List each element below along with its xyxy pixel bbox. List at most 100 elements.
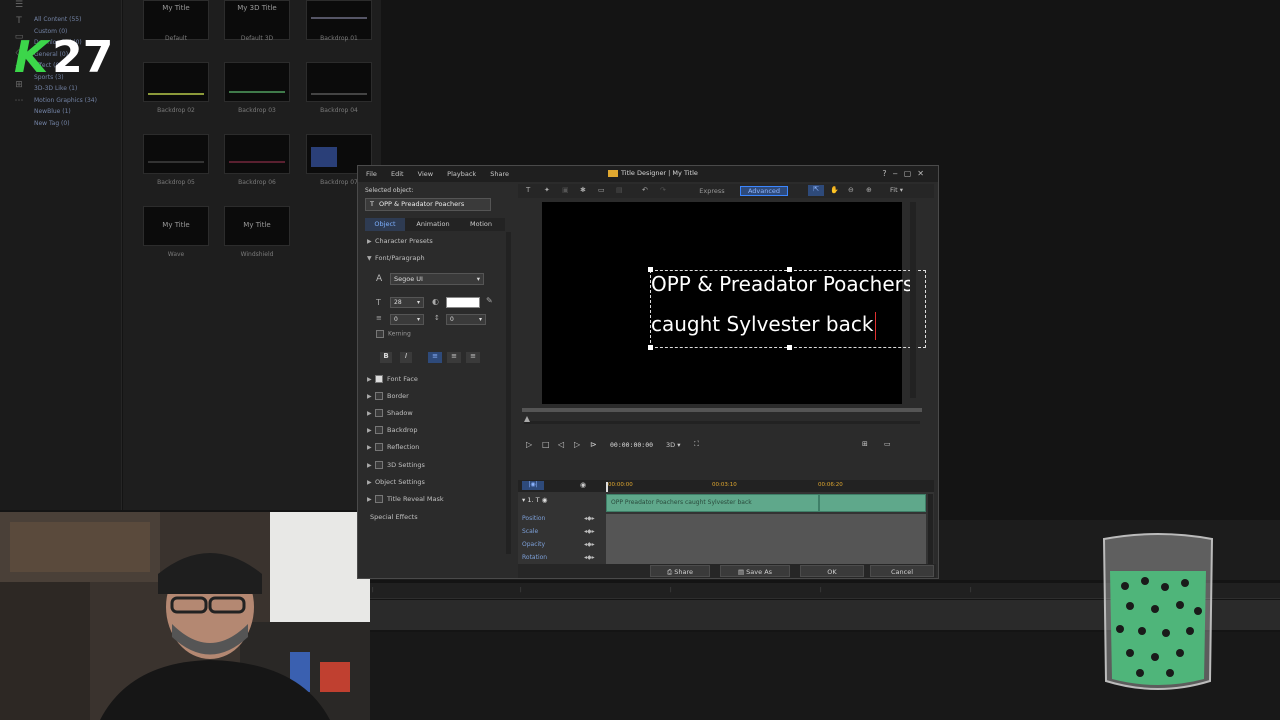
redo-icon[interactable]: ↷	[660, 186, 666, 194]
grid-icon[interactable]: ▭	[884, 440, 891, 448]
keyframe-nav-icon[interactable]: ◂◆▸	[584, 528, 595, 535]
menu-playback[interactable]: Playback	[447, 170, 476, 178]
help-icon[interactable]: ?	[882, 169, 892, 178]
save-as-button[interactable]: ▤ Save As	[720, 565, 790, 577]
kerning-checkbox[interactable]: Kerning	[376, 330, 411, 338]
section-special-effects[interactable]: Special Effects	[370, 511, 418, 523]
template-thumb[interactable]: My Title	[143, 206, 209, 246]
resize-handle[interactable]	[648, 345, 653, 350]
section-object-settings[interactable]: ▶ Object Settings	[367, 476, 425, 488]
section-reflection[interactable]: ▶ Reflection	[367, 441, 419, 453]
keyframe-area[interactable]	[606, 514, 926, 566]
title-text-line-2[interactable]: caught Sylvester back	[651, 312, 873, 336]
select-icon[interactable]: ⇱	[808, 185, 824, 196]
3d-settings-check[interactable]	[375, 461, 383, 469]
category-item[interactable]: NewBlue (1)	[34, 106, 120, 118]
template-thumb[interactable]	[224, 62, 290, 102]
font-size-select[interactable]: 28 ▾	[390, 297, 424, 308]
playback-slider[interactable]	[524, 421, 920, 424]
express-mode-button[interactable]: Express	[688, 186, 736, 196]
category-item[interactable]: Motion Graphics (34)	[34, 95, 120, 107]
share-button[interactable]: ⎙ Share	[650, 565, 710, 577]
fullscreen-icon[interactable]: ⛶	[694, 440, 699, 449]
menu-file[interactable]: File	[366, 170, 377, 178]
preview-scrollbar-v[interactable]	[910, 202, 916, 398]
template-thumb[interactable]	[143, 134, 209, 174]
align-center-button[interactable]: ≡	[447, 352, 461, 363]
insert-text-icon[interactable]: T	[526, 186, 530, 194]
font-face-check[interactable]	[375, 375, 383, 383]
safe-zone-icon[interactable]: ⊞	[862, 440, 868, 448]
title-icon[interactable]: T	[10, 16, 28, 32]
preview-scrollbar-h[interactable]	[522, 408, 922, 412]
insert-shape-icon[interactable]: ✱	[580, 186, 586, 194]
section-3d-settings[interactable]: ▶ 3D Settings	[367, 459, 425, 471]
title-clip[interactable]: OPP Preadator Poachers caught Sylvester …	[606, 494, 926, 512]
preview-canvas[interactable]: OPP & Preadator Poachers caught Sylveste…	[542, 202, 926, 404]
zoom-in-icon[interactable]: ⊕	[866, 186, 872, 194]
template-thumb[interactable]	[306, 0, 372, 40]
line-spacing-input[interactable]: 0 ▾	[390, 314, 424, 325]
template-thumb[interactable]: My Title	[224, 206, 290, 246]
properties-scrollbar[interactable]	[506, 232, 511, 554]
insert-particle-icon[interactable]: ✦	[544, 186, 550, 194]
template-thumb[interactable]	[224, 134, 290, 174]
visibility-icon[interactable]: ◉	[542, 496, 548, 504]
timeline-zoom-button[interactable]: |◉|	[522, 481, 544, 490]
font-color-swatch[interactable]	[446, 297, 480, 308]
section-title-reveal-mask[interactable]: ▶ Title Reveal Mask	[367, 493, 444, 505]
keyframe-nav-icon[interactable]: ◂◆▸	[584, 554, 595, 561]
section-character-presets[interactable]: ▶ Character Presets	[367, 235, 433, 247]
prev-frame-icon[interactable]: ◁	[558, 440, 564, 449]
play-icon[interactable]: ▷	[526, 440, 532, 449]
section-backdrop[interactable]: ▶ Backdrop	[367, 424, 418, 436]
italic-button[interactable]: I	[400, 352, 412, 363]
zoom-out-icon[interactable]: ⊖	[848, 186, 854, 194]
fast-forward-icon[interactable]: ⊳	[590, 440, 597, 449]
timeline-scrollbar[interactable]	[928, 494, 933, 564]
shadow-check[interactable]	[375, 409, 383, 417]
align-right-button[interactable]: ≡	[466, 352, 480, 363]
minimize-icon[interactable]: ‒	[893, 169, 904, 178]
zoom-select[interactable]: Fit ▾	[890, 186, 903, 194]
bold-button[interactable]: B	[380, 352, 392, 363]
maximize-icon[interactable]: ▢	[904, 169, 918, 178]
playback-slider-thumb[interactable]	[524, 416, 530, 422]
close-icon[interactable]: ✕	[917, 169, 930, 178]
title-text-line-1[interactable]: OPP & Preadator Poachers	[651, 272, 913, 296]
section-shadow[interactable]: ▶ Shadow	[367, 407, 413, 419]
font-select[interactable]: Segoe UI ▾	[390, 273, 484, 285]
next-frame-icon[interactable]: ▷	[574, 440, 580, 449]
keyframe-nav-icon[interactable]: ◂◆▸	[584, 515, 595, 522]
cancel-button[interactable]: Cancel	[870, 565, 934, 577]
align-left-button[interactable]: ≡	[428, 352, 442, 363]
selected-object-field[interactable]: T OPP & Preadator Poachers	[365, 198, 491, 211]
kerning-check[interactable]	[376, 330, 384, 338]
tab-animation[interactable]: Animation	[411, 218, 455, 231]
tab-object[interactable]: Object	[365, 218, 405, 231]
eyedropper-icon[interactable]: ✎	[486, 296, 493, 305]
category-item[interactable]: 3D-3D Like (1)	[34, 83, 120, 95]
playhead[interactable]	[606, 482, 608, 492]
hand-icon[interactable]: ✋	[830, 186, 839, 194]
template-thumb[interactable]: My Title	[143, 0, 209, 40]
menu-share[interactable]: Share	[490, 170, 509, 178]
section-font-paragraph[interactable]: ▼ Font/Paragraph	[367, 252, 425, 264]
menu-edit[interactable]: Edit	[391, 170, 404, 178]
title-reveal-mask-check[interactable]	[375, 495, 383, 503]
category-item[interactable]: All Content (55)	[34, 14, 120, 26]
3d-mode-select[interactable]: 3D ▾	[666, 441, 680, 449]
border-check[interactable]	[375, 392, 383, 400]
section-font-face[interactable]: ▶ Font Face	[367, 373, 418, 385]
reflection-check[interactable]	[375, 443, 383, 451]
more-icon[interactable]: ⋯	[10, 96, 28, 112]
backdrop-check[interactable]	[375, 426, 383, 434]
keyframe-nav-icon[interactable]: ◂◆▸	[584, 541, 595, 548]
resize-handle[interactable]	[787, 345, 792, 350]
menu-icon[interactable]: ☰	[10, 0, 28, 16]
template-thumb[interactable]: My 3D Title	[224, 0, 290, 40]
ok-button[interactable]: OK	[800, 565, 864, 577]
category-item[interactable]: New Tag (0)	[34, 118, 120, 130]
align-icon[interactable]: ▤	[616, 186, 623, 194]
template-thumb[interactable]	[143, 62, 209, 102]
